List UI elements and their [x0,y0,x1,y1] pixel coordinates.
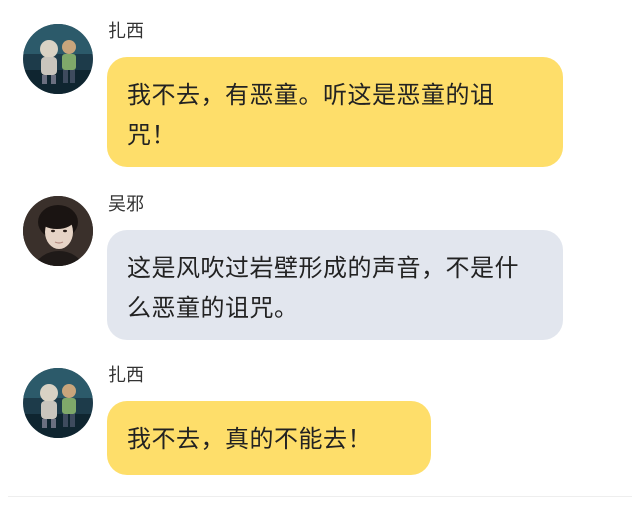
avatar-zhaxi[interactable] [23,24,93,94]
message-bubble[interactable]: 这是风吹过岩壁形成的声音，不是什么恶童的诅咒。 [107,230,563,340]
avatar-zhaxi[interactable] [23,368,93,438]
cartoon-characters-avatar-icon [23,24,93,94]
sender-name: 扎西 [108,21,144,42]
message-bubble[interactable]: 我不去，有恶童。听这是恶童的诅咒！ [107,57,563,167]
message-bubble[interactable]: 我不去，真的不能去！ [107,401,431,475]
cartoon-characters-avatar-icon [23,368,93,438]
sender-name: 扎西 [108,365,144,386]
divider [8,496,632,497]
chat-conversation: 扎西 我不去，有恶童。听这是恶童的诅咒！ 吴邪 这是风吹过岩壁形成的声音，不是什… [0,0,640,505]
sender-name: 吴邪 [108,194,144,215]
avatar-wuxie[interactable] [23,196,93,266]
young-man-photo-avatar-icon [23,196,93,266]
